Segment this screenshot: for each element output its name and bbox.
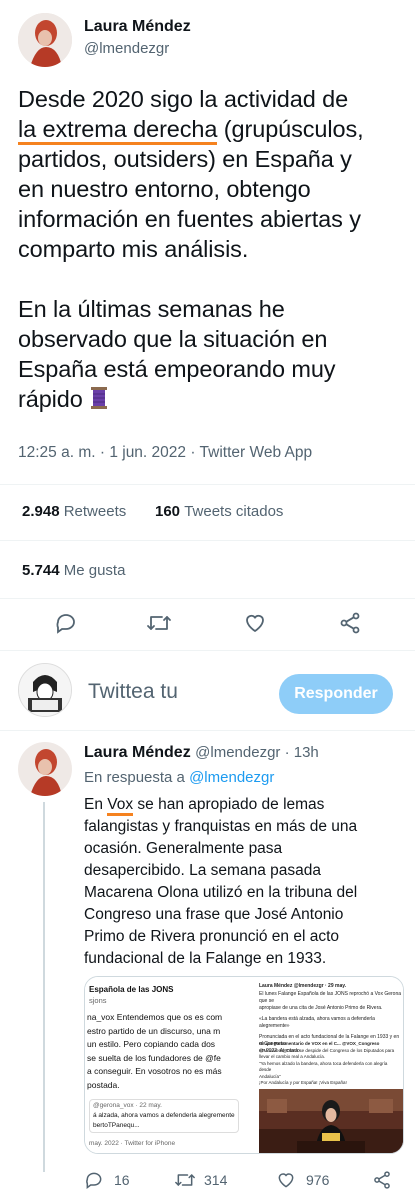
reply-reply-count: 16 (114, 1172, 130, 1188)
tweet-line: comparto mis análisis. (18, 236, 249, 262)
tweet-line: en nuestro entorno, obtengo (18, 176, 311, 202)
retweets-label: Retweets (63, 503, 127, 520)
user-avatar[interactable] (18, 663, 72, 717)
reply-author-avatar[interactable] (18, 742, 72, 796)
tweet-line: información en fuentes abiertas y (18, 206, 361, 232)
reply-line: En Vox se han apropiado de lemas (84, 794, 414, 816)
embed-left-line: na_vox Entendemos que os es com (87, 1012, 223, 1022)
tweet-line-text: rápido (18, 386, 83, 412)
embed-left-line: a conseguir. En vosotros no es más (87, 1066, 222, 1076)
reply-body: En Vox se han apropiado de lemas falangi… (84, 794, 414, 970)
reply-line: ocasión. Generalmente pasa (84, 840, 283, 857)
tweet-line: rápido (18, 384, 413, 414)
reply-line: Macarena Olona utilizó en la tribuna del (84, 884, 358, 901)
author-avatar[interactable] (18, 13, 72, 67)
tweet-line: la extrema derecha (grupúsculos, (18, 114, 413, 145)
likes-count: 5.744 (22, 562, 60, 579)
author-name[interactable]: Laura Méndez (84, 18, 191, 36)
embed-right-quote-line: ¡Por Andalucía y por España! ¡Viva Españ… (259, 1080, 347, 1085)
embedded-screenshot-right: Laura Méndez @lmendezgr · 29 may. El lun… (245, 977, 403, 1153)
reply-line: desapercibido. La semana pasada (84, 862, 321, 879)
embed-right-line: apropiase de una cita de José Antonio Pr… (259, 1005, 383, 1011)
embed-right-header: Laura Méndez @lmendezgr · 29 may. (259, 983, 347, 989)
reply-retweet-count: 314 (204, 1172, 228, 1188)
quotes-label: Tweets citados (184, 503, 284, 520)
replying-to-handle[interactable]: @lmendezgr (189, 769, 274, 786)
retweets-stat[interactable]: 2.948 Retweets (22, 503, 126, 520)
tweet-line: En la últimas semanas he (18, 296, 285, 322)
tweet-line: España está empeorando muy (18, 356, 336, 382)
parliament-photo (259, 1089, 403, 1153)
highlight-extreme-right: la extrema derecha (18, 116, 217, 145)
reply-reply-icon[interactable] (84, 1170, 104, 1190)
replying-to: En respuesta a @lmendezgr (84, 769, 274, 786)
reply-button[interactable]: Responder (279, 674, 393, 714)
author-handle[interactable]: @lmendezgr (84, 40, 169, 57)
reply-line: Congreso una frase que José Antonio (84, 906, 344, 923)
embed-left-quote-line: á alzada, ahora vamos a defenderla alegr… (93, 1112, 235, 1119)
quotes-stat[interactable]: 160 Tweets citados (155, 503, 283, 520)
reply-line: Primo de Rivera pronunció en el acto (84, 928, 340, 945)
tweet-line: Desde 2020 sigo la actividad de (18, 86, 349, 112)
embed-left-footer: may. 2022 · Twitter for iPhone (89, 1140, 176, 1147)
likes-label: Me gusta (63, 562, 126, 579)
embed-left-line: estro partido de un discurso, una m (87, 1025, 221, 1036)
embed-right-quote: Grupo Parlamentario de VOX en el C... @V… (259, 1041, 399, 1087)
reply-author-handle[interactable]: @lmendezgr (195, 744, 280, 761)
reply-time[interactable]: 13h (294, 744, 319, 761)
reply-like-icon[interactable] (276, 1170, 296, 1190)
likes-stat[interactable]: 5.744 Me gusta (22, 562, 125, 579)
share-icon[interactable] (338, 611, 362, 635)
tweet-line: observado que la situación en (18, 326, 328, 352)
embed-left-line: se suelta de los fundadores de @fe (87, 1052, 221, 1063)
reply-author-name[interactable]: Laura Méndez (84, 744, 191, 761)
embed-left-sub: sjons (89, 996, 107, 1005)
reply-line: falangistas y franquistas en más de una (84, 818, 358, 835)
embed-left-quote-line: bertoTPanequ... (93, 1122, 140, 1129)
tweet-image[interactable]: Española de las JONS sjons na_vox Entend… (84, 976, 404, 1154)
thread-icon (89, 385, 109, 411)
embed-left-quote-handle: @gerona_vox · 22 may. (93, 1102, 162, 1109)
embed-left-quote: @gerona_vox · 22 may. á alzada, ahora va… (89, 1099, 239, 1133)
reply-like-count: 976 (306, 1172, 330, 1188)
embed-right-line: El lunes Falange Española de las JONS re… (259, 991, 402, 1004)
replying-to-prefix: En respuesta a (84, 769, 185, 786)
embed-right-quote-header: Grupo Parlamentario de VOX en el C... @V… (259, 1041, 380, 1046)
tweet-timestamp[interactable]: 12:25 a. m. · 1 jun. 2022 · Twitter Web … (18, 444, 312, 462)
embed-right-quote-line: "Ya hemos alzado la bandera, ahora toca … (259, 1060, 388, 1073)
compose-input[interactable]: Twittea tu (88, 680, 178, 704)
thread-line (43, 802, 45, 1172)
embed-left-line: un estilo. Pero copiando cada dos (87, 1039, 216, 1049)
retweets-count: 2.948 (22, 503, 60, 520)
embed-right-line: «La bandera está alzada, ahora vamos a d… (259, 1016, 375, 1029)
reply-icon[interactable] (54, 611, 78, 635)
quotes-count: 160 (155, 503, 181, 520)
embed-left-line: postada. (87, 1079, 120, 1090)
reply-header: Laura Méndez @lmendezgr · 13h (84, 744, 319, 761)
tweet-line: partidos, outsiders) en España y (18, 146, 352, 172)
reply-line: fundacional de la Falange en 1933. (84, 950, 327, 967)
embedded-screenshot-left: Española de las JONS sjons na_vox Entend… (85, 977, 243, 1153)
highlight-vox: Vox (107, 796, 134, 816)
retweet-icon[interactable] (146, 611, 172, 635)
tweet-body: Desde 2020 sigo la actividad de la extre… (18, 84, 413, 414)
like-icon[interactable] (243, 611, 267, 635)
reply-share-icon[interactable] (372, 1170, 392, 1190)
reply-retweet-icon[interactable] (174, 1170, 196, 1190)
